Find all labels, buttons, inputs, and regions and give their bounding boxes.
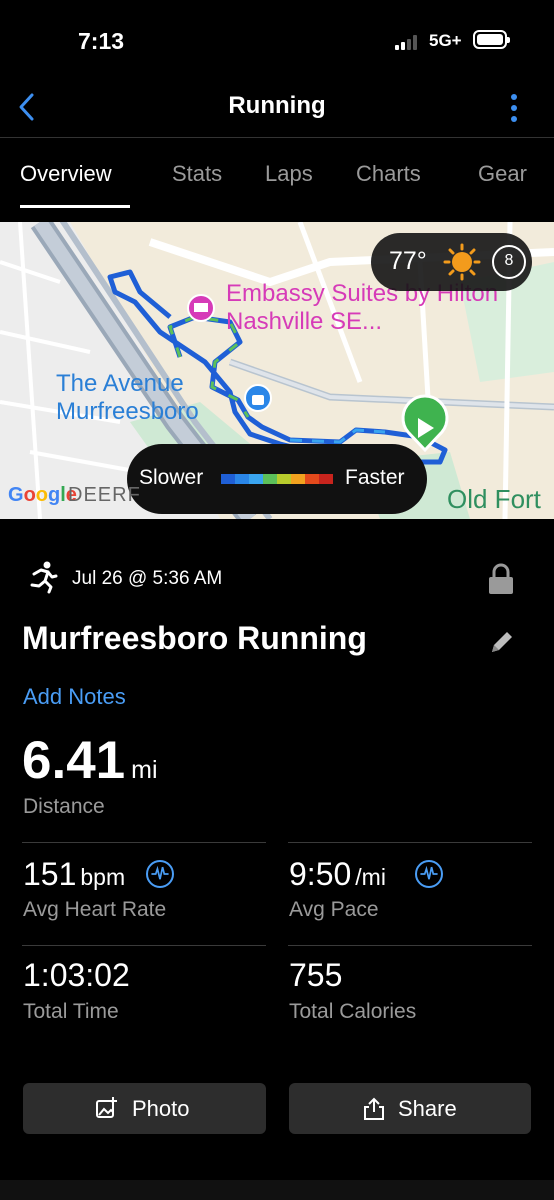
lock-icon[interactable] [487,562,515,596]
pace-color-swatch [235,474,249,484]
active-tab-indicator [20,205,130,208]
heart-rate-stat[interactable]: 151 bpm [23,856,125,893]
more-options-button[interactable] [506,92,522,124]
activity-title: Murfreesboro Running [22,620,367,656]
map-label-area: Old Fort [447,484,541,514]
wind-speed-icon: 8 [492,245,526,279]
divider [22,842,266,843]
heart-rate-value: 151 [23,856,77,892]
signal-icon [395,34,423,50]
tab-overview[interactable]: Overview [20,161,112,187]
add-photo-button[interactable]: Photo [23,1083,266,1134]
pace-color-swatch [263,474,277,484]
tab-bar: Overview Stats Laps Charts Gear [0,139,554,209]
divider [22,945,266,946]
nav-header: Running [0,80,554,138]
distance-label: Distance [23,795,105,818]
heart-rate-label: Avg Heart Rate [23,898,167,921]
map-label-street: DEERF [68,484,141,506]
calories-stat: 755 [289,957,342,994]
pace-label: Avg Pace [289,898,379,921]
pace-color-bar [221,474,333,484]
heart-rate-unit: bpm [80,864,126,890]
pace-chart-icon[interactable] [415,860,443,888]
distance-unit: mi [131,756,158,784]
status-bar: 7:13 5G+ [0,0,554,80]
share-button[interactable]: Share [289,1083,531,1134]
edit-pencil-icon[interactable] [488,628,516,656]
total-time-stat: 1:03:02 [23,957,130,994]
calories-label: Total Calories [289,1000,417,1023]
map-label-mall: The Avenue Murfreesboro [56,370,199,425]
divider [288,842,532,843]
tab-laps[interactable]: Laps [265,161,313,187]
total-time-label: Total Time [23,1000,119,1023]
legend-faster-label: Faster [345,466,405,489]
tab-charts[interactable]: Charts [356,161,421,187]
running-icon [30,561,58,594]
pace-color-swatch [305,474,319,484]
divider [288,945,532,946]
distance-value: 6.41 [22,731,126,790]
add-photo-label: Photo [132,1096,190,1121]
network-type: 5G+ [429,31,462,50]
share-label: Share [398,1096,457,1121]
pace-color-swatch [277,474,291,484]
pace-color-swatch [319,474,333,484]
sun-icon [443,243,481,281]
bottom-safe-area [0,1180,554,1200]
total-time-value: 1:03:02 [23,957,130,993]
share-icon [364,1097,384,1120]
pace-stat[interactable]: 9:50/mi [289,856,386,893]
add-photo-icon [96,1097,117,1118]
calories-value: 755 [289,957,343,993]
pace-color-swatch [221,474,235,484]
pace-color-swatch [291,474,305,484]
heart-rate-zone-icon[interactable] [146,860,174,888]
pace-unit: /mi [355,864,386,890]
weather-badge[interactable]: 77° 8 [371,233,532,291]
activity-date: Jul 26 @ 5:36 AM [72,568,223,589]
tab-gear[interactable]: Gear [478,161,527,187]
pace-value: 9:50 [289,856,352,892]
pace-legend: Slower Faster [127,444,427,514]
add-notes-link[interactable]: Add Notes [23,684,126,710]
legend-slower-label: Slower [139,466,204,489]
weather-temperature: 77° [389,247,427,275]
route-map[interactable]: Embassy Suites by Hilton Nashville SE...… [0,222,554,519]
activity-meta-row: Jul 26 @ 5:36 AM [0,560,554,600]
battery-icon [473,30,510,49]
status-time: 7:13 [78,28,125,54]
google-logo: Google [8,484,77,506]
pace-color-swatch [249,474,263,484]
page-title: Running [228,92,326,119]
distance-stat: 6.41 mi [22,730,158,791]
tab-stats[interactable]: Stats [172,161,222,187]
